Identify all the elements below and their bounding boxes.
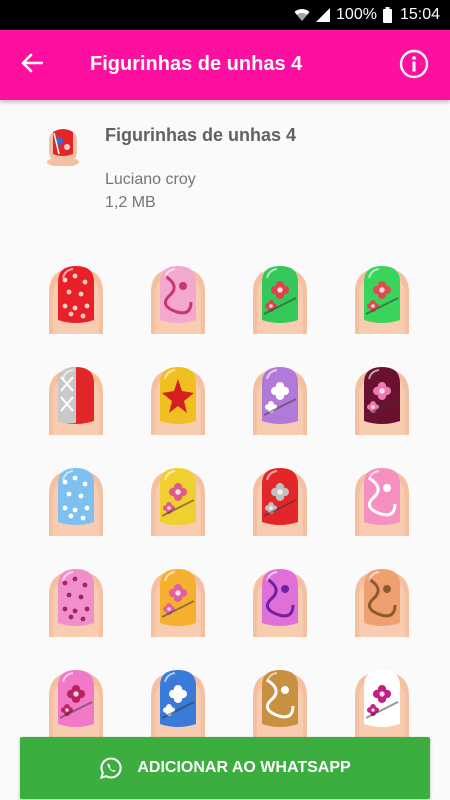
nail-sticker-image [253, 670, 307, 738]
sticker-item[interactable] [249, 262, 311, 334]
sticker-item[interactable] [45, 363, 107, 435]
pack-size: 1,2 MB [105, 194, 156, 211]
sticker-item[interactable] [249, 464, 311, 536]
pack-header: Figurinhas de unhas 4 Luciano croy 1,2 M… [0, 100, 450, 240]
nail-sticker-image [355, 569, 409, 637]
sticker-item[interactable] [147, 262, 209, 334]
nail-sticker-image [151, 569, 205, 637]
nail-sticker-image [49, 468, 103, 536]
nail-sticker-image [49, 266, 103, 334]
pack-tray-icon [45, 126, 81, 167]
nail-sticker-image [355, 266, 409, 334]
sticker-item[interactable] [45, 262, 107, 334]
sticker-item[interactable] [45, 464, 107, 536]
signal-icon [316, 8, 331, 22]
nail-sticker-image [49, 367, 103, 435]
sticker-item[interactable] [45, 565, 107, 637]
sticker-item[interactable] [249, 363, 311, 435]
sticker-item[interactable] [351, 565, 413, 637]
add-to-whatsapp-button[interactable]: ADICIONAR AO WHATSAPP [20, 737, 430, 799]
sticker-item[interactable] [351, 666, 413, 738]
nail-sticker-image [151, 266, 205, 334]
sticker-item[interactable] [147, 464, 209, 536]
whatsapp-icon [99, 756, 123, 780]
back-button[interactable] [12, 45, 52, 85]
page-title: Figurinhas de unhas 4 [90, 53, 303, 75]
nail-sticker-image [253, 569, 307, 637]
app-bar: Figurinhas de unhas 4 [0, 30, 450, 100]
sticker-item[interactable] [147, 565, 209, 637]
status-bar: 100% 15:04 [0, 0, 450, 30]
sticker-item[interactable] [249, 666, 311, 738]
nail-sticker-image [355, 670, 409, 738]
nail-sticker-image [355, 468, 409, 536]
battery-icon [382, 7, 392, 23]
nail-sticker-image [151, 670, 205, 738]
sticker-item[interactable] [147, 363, 209, 435]
nail-sticker-image [253, 468, 307, 536]
clock: 15:04 [399, 6, 440, 23]
nail-sticker-image [151, 468, 205, 536]
add-to-whatsapp-label: ADICIONAR AO WHATSAPP [137, 759, 351, 776]
sticker-item[interactable] [147, 666, 209, 738]
info-icon [399, 49, 429, 84]
info-button[interactable] [394, 48, 434, 84]
arrow-left-icon [21, 53, 44, 78]
sticker-item[interactable] [351, 464, 413, 536]
pack-name: Figurinhas de unhas 4 [105, 125, 297, 145]
nail-sticker-image [49, 670, 103, 738]
wifi-icon [294, 8, 310, 22]
sticker-item[interactable] [45, 666, 107, 738]
sticker-item[interactable] [351, 363, 413, 435]
sticker-item[interactable] [249, 565, 311, 637]
nail-sticker-image [253, 266, 307, 334]
nail-sticker-image [253, 367, 307, 435]
sticker-item[interactable] [351, 262, 413, 334]
nail-sticker-image [151, 367, 205, 435]
nail-sticker-image [49, 569, 103, 637]
battery-percent: 100% [336, 6, 377, 23]
pack-author: Luciano croy [105, 171, 196, 188]
nail-sticker-image [355, 367, 409, 435]
